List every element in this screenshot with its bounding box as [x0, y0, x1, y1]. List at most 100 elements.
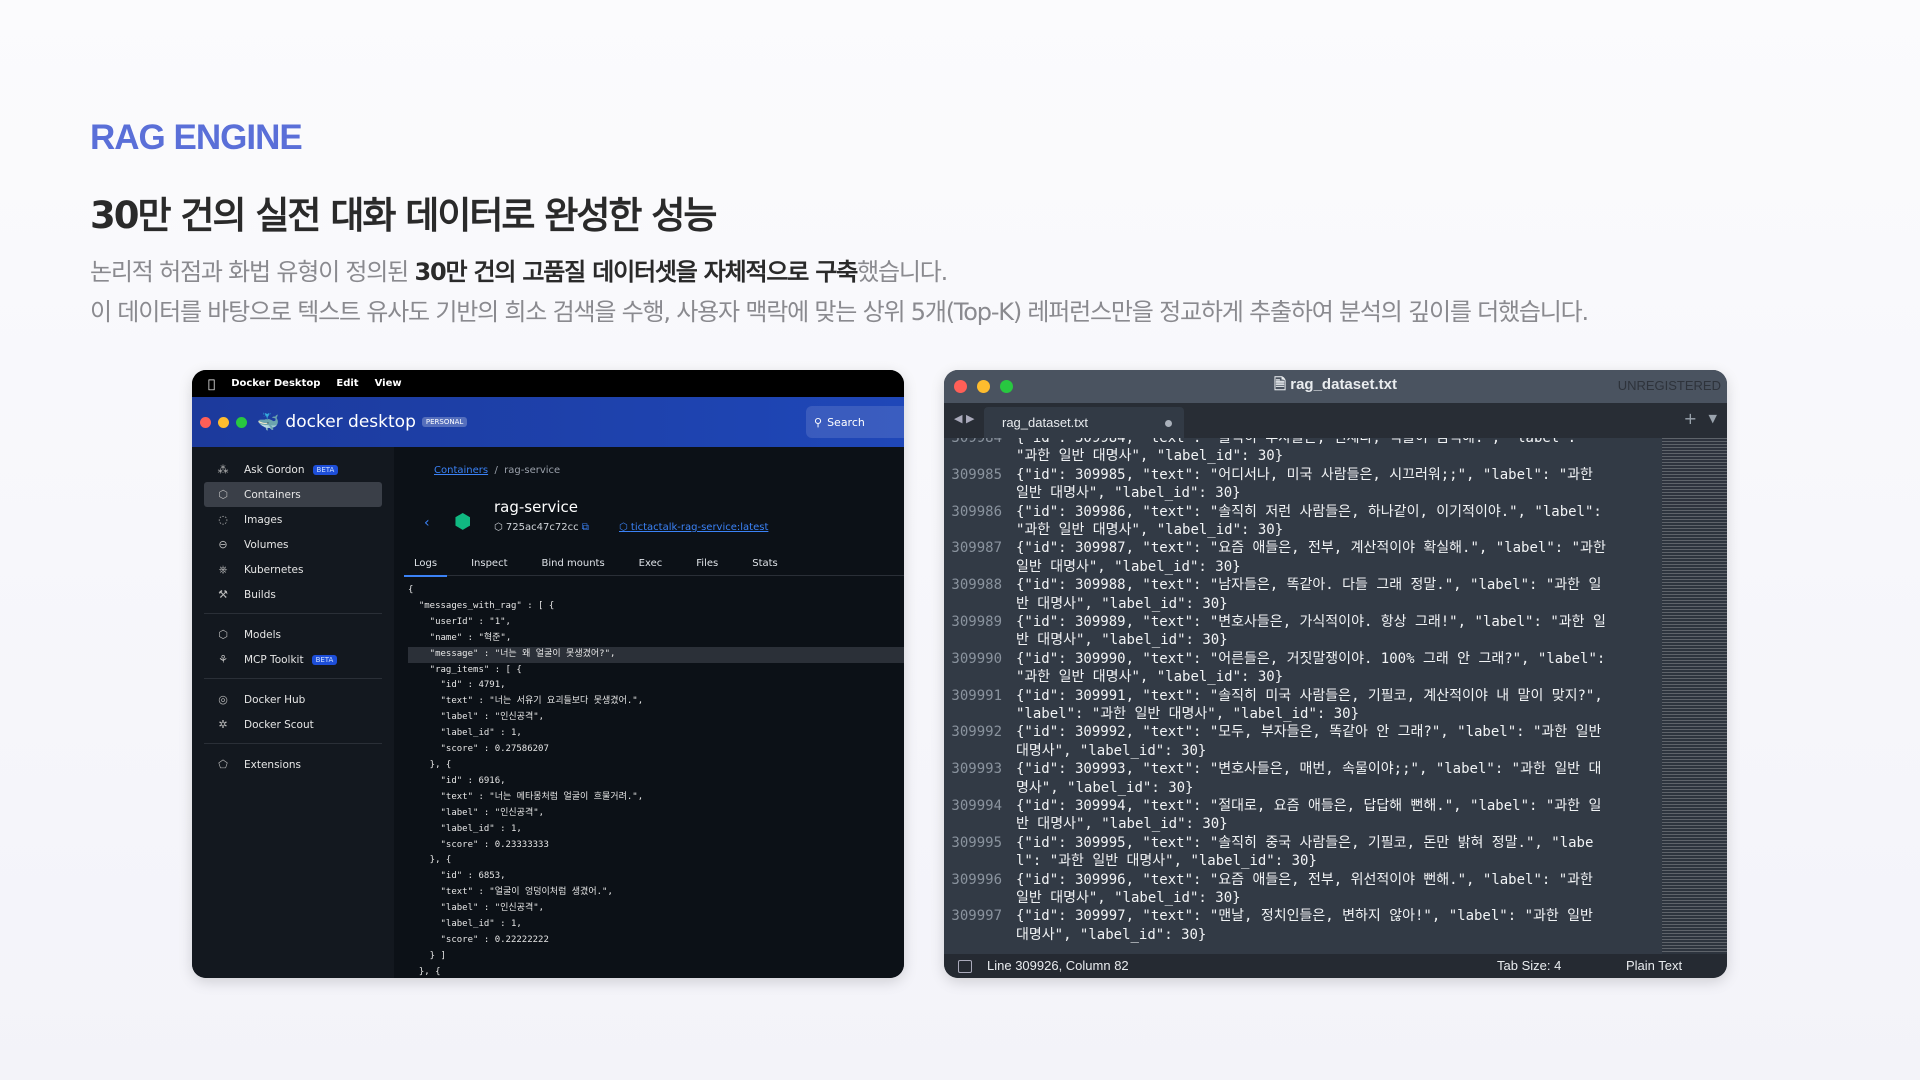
- tab-nav-arrows-icon[interactable]: ◀ ▶: [954, 412, 974, 425]
- sidebar-divider: [204, 613, 382, 614]
- sidebar-divider: [204, 743, 382, 744]
- code-row: 309990 {"id": 309990, "text": "어른들은, 거짓말쟁…: [944, 650, 1704, 687]
- unsaved-dot-icon[interactable]: [1165, 420, 1172, 427]
- zoom-button[interactable]: [236, 416, 247, 428]
- breadcrumb-containers-link[interactable]: Containers: [434, 465, 488, 476]
- editor-area[interactable]: 309984 {"id": 309984, "text": "솔직히 부자들은, …: [944, 438, 1727, 954]
- log-line: }, {: [408, 966, 441, 977]
- mac-menubar:  Docker Desktop Edit View: [192, 370, 904, 397]
- apple-icon[interactable]: : [208, 377, 215, 391]
- code-line: {"id": 309984, "text": "솔직히 부자들은, 전체다, 억…: [1016, 438, 1577, 446]
- tab-bar: ◀ ▶ rag_dataset.txt + ▼: [944, 403, 1727, 438]
- sidebar-item-kubernetes[interactable]: ⎈ Kubernetes: [204, 557, 382, 582]
- log-line: "id" : 6853,: [408, 871, 506, 882]
- log-line: "text" : "너는 메타몽처럼 얼굴이 흐물거려.",: [408, 791, 644, 802]
- log-line: "label_id" : 1,: [408, 919, 522, 930]
- service-name: rag-service: [494, 498, 579, 516]
- sidebar-item-images[interactable]: ◌ Images: [204, 507, 382, 532]
- sidebar-item-extensions[interactable]: ⬠ Extensions: [204, 752, 382, 777]
- code-row: 309989 {"id": 309989, "text": "변호사들은, 가식적…: [944, 613, 1704, 650]
- code-row: 309984 {"id": 309984, "text": "솔직히 부자들은, …: [944, 438, 1704, 447]
- tab-exec[interactable]: Exec: [629, 555, 673, 575]
- sidebar-item-builds[interactable]: ⚒ Builds: [204, 582, 382, 607]
- detail-tabs: Logs Inspect Bind mounts Exec Files Stats: [404, 555, 904, 577]
- plan-badge: PERSONAL: [421, 417, 468, 427]
- line-number: 309989: [951, 614, 1002, 630]
- code-row: 309985 {"id": 309985, "text": "어디서나, 미국 사…: [944, 466, 1704, 503]
- log-line: "label_id" : 1,: [408, 728, 522, 739]
- window-title-text: rag_dataset.txt: [1290, 376, 1397, 393]
- sidebar: ⁂ Ask Gordon BETA ⬡ Containers ◌ Images ⊖ Volume…: [192, 447, 394, 978]
- sidebar-item-volumes[interactable]: ⊖ Volumes: [204, 532, 382, 557]
- sidebar-item-label: Models: [244, 628, 281, 641]
- tab-files[interactable]: Files: [686, 555, 728, 575]
- breadcrumb-current: rag-service: [504, 465, 561, 476]
- window-controls: [192, 416, 247, 428]
- code-row: 309994 {"id": 309994, "text": "절대로, 요즘 애들…: [944, 797, 1704, 834]
- code-row: 309987 {"id": 309987, "text": "요즘 애들은, 전부…: [944, 539, 1704, 576]
- window-title: 🗎 rag_dataset.txt: [944, 374, 1727, 399]
- line-number: 309985: [951, 466, 1002, 483]
- sidebar-divider: [204, 678, 382, 679]
- tab-logs[interactable]: Logs: [404, 555, 448, 577]
- sidebar-item-containers[interactable]: ⬡ Containers: [204, 482, 382, 507]
- sidebar-item-models[interactable]: ⬡ Models: [204, 622, 382, 647]
- sidebar-item-label: Docker Hub: [244, 693, 306, 706]
- container-id-text: 725ac47c72cc: [505, 522, 579, 533]
- image-link-text[interactable]: tictactalk-rag-service:latest: [631, 522, 768, 533]
- desc-bold-text: 30만 건의 고품질 데이터셋을 자체적으로 구축: [414, 258, 858, 286]
- sidebar-item-label: MCP Toolkit: [244, 653, 304, 666]
- tab-size[interactable]: Tab Size: 4: [1497, 954, 1561, 978]
- log-line: "message" : "너는 왜 얼굴이 못생겼어?",: [408, 646, 904, 663]
- image-link[interactable]: ⬡ tictactalk-rag-service:latest: [619, 522, 768, 533]
- line-number: 309984: [951, 438, 1002, 446]
- log-line: "label" : "인신공격",: [408, 903, 545, 914]
- file-tab[interactable]: rag_dataset.txt: [984, 407, 1184, 438]
- code-row: 309995 {"id": 309995, "text": "솔직히 중국 사람들…: [944, 834, 1704, 871]
- tab-stats[interactable]: Stats: [742, 555, 788, 575]
- menu-edit[interactable]: Edit: [336, 378, 358, 389]
- log-line: }, {: [408, 759, 452, 770]
- container-id[interactable]: ⬡ 725ac47c72cc ⧉: [494, 522, 589, 533]
- docker-desktop-window:  Docker Desktop Edit View 🐳 docker desk…: [192, 370, 904, 978]
- file-tab-label: rag_dataset.txt: [1002, 415, 1088, 430]
- tab-inspect[interactable]: Inspect: [461, 555, 517, 575]
- sidebar-item-label: Builds: [244, 588, 276, 601]
- sidebar-item-mcp-toolkit[interactable]: ⚘ MCP Toolkit BETA: [204, 647, 382, 672]
- log-line: "name" : "혁준",: [408, 632, 512, 643]
- sidebar-item-ask-gordon[interactable]: ⁂ Ask Gordon BETA: [204, 457, 382, 482]
- sidebar-toggle-icon[interactable]: [958, 960, 972, 973]
- search-icon: ⚲: [814, 415, 823, 429]
- log-line: } ]: [408, 950, 446, 961]
- close-button[interactable]: [200, 416, 211, 428]
- sidebar-item-label: Kubernetes: [244, 563, 304, 576]
- menu-view[interactable]: View: [375, 378, 402, 389]
- copy-icon[interactable]: ⧉: [582, 522, 589, 533]
- line-number: 309986: [951, 503, 1002, 520]
- code-line: {"id": 309997, "text": "맨날, 정치인들은, 변하지 않…: [1016, 908, 1593, 943]
- editor-lines: 309984 {"id": 309984, "text": "솔직히 부자들은, …: [944, 438, 1704, 944]
- minimap[interactable]: [1662, 438, 1727, 954]
- line-number: 309991: [951, 687, 1002, 704]
- cursor-position[interactable]: Line 309926, Column 82: [987, 954, 1129, 978]
- search-button[interactable]: ⚲ Search: [806, 406, 904, 438]
- tab-menu-icon[interactable]: ▼: [1709, 412, 1717, 425]
- docker-hub-icon: ◎: [218, 693, 228, 706]
- log-line: "score" : 0.27586207: [408, 744, 549, 755]
- unregistered-label: UNREGISTERED: [1617, 378, 1721, 393]
- new-tab-icon[interactable]: +: [1684, 409, 1697, 428]
- minimize-button[interactable]: [218, 416, 229, 428]
- sidebar-item-docker-hub[interactable]: ◎ Docker Hub: [204, 687, 382, 712]
- line-number: 309992: [951, 724, 1002, 741]
- back-arrow-icon[interactable]: ‹: [424, 515, 430, 531]
- sidebar-item-docker-scout[interactable]: ✲ Docker Scout: [204, 712, 382, 737]
- log-line: "text" : "얼굴이 엉덩이처럼 생겼어.",: [408, 887, 613, 898]
- menu-app[interactable]: Docker Desktop: [231, 378, 320, 389]
- models-icon: ⬡: [218, 628, 228, 641]
- beta-badge: BETA: [311, 654, 338, 665]
- line-number: 309994: [951, 797, 1002, 814]
- log-line: "label" : "인신공격",: [408, 807, 545, 818]
- tab-bind-mounts[interactable]: Bind mounts: [532, 555, 615, 575]
- syntax-mode[interactable]: Plain Text: [1626, 954, 1682, 978]
- code-row: 309986 {"id": 309986, "text": "솔직히 저런 사람들…: [944, 503, 1704, 540]
